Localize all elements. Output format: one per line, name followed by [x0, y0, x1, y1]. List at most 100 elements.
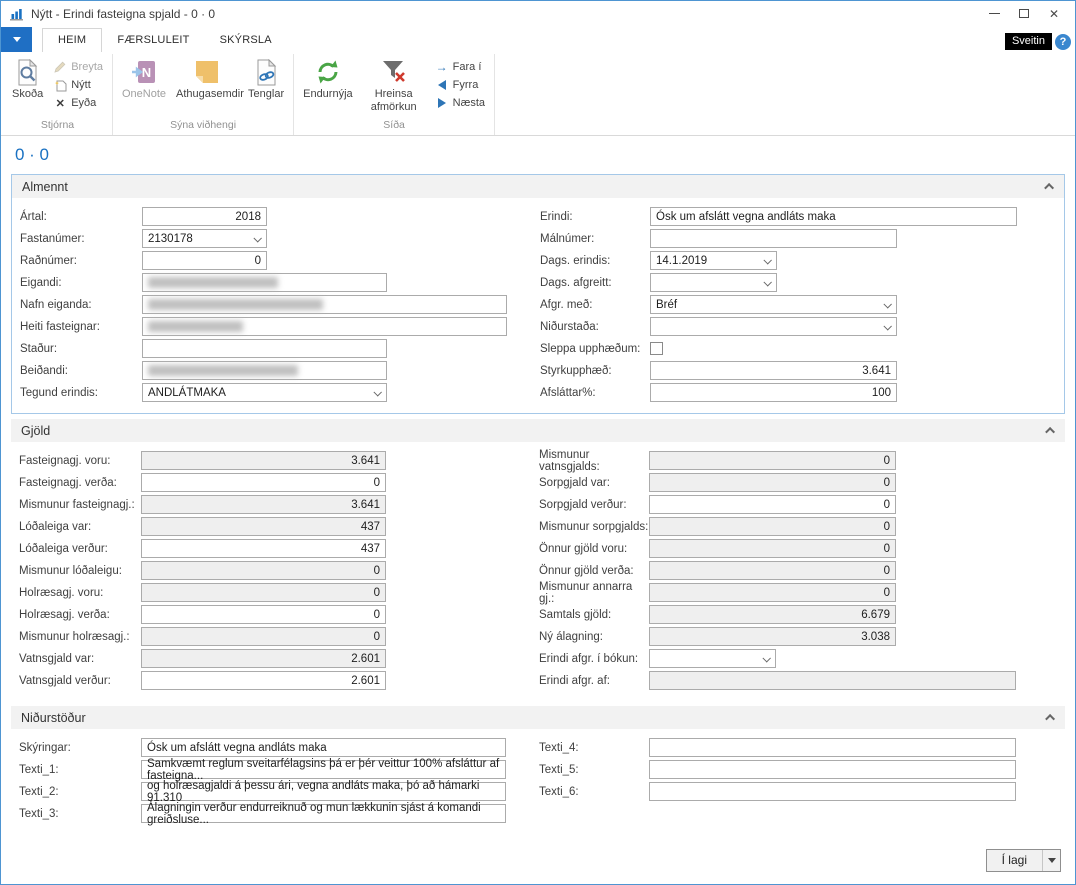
help-icon[interactable]: ?	[1055, 34, 1071, 50]
texti-4-input[interactable]	[649, 738, 1016, 757]
chevron-down-icon[interactable]	[883, 300, 891, 308]
tab-heim[interactable]: HEIM	[42, 28, 102, 52]
fara-i-button[interactable]: → Fara í	[430, 58, 490, 76]
heiti-fasteignar-input[interactable]	[142, 317, 507, 336]
chevron-down-icon[interactable]	[762, 654, 770, 662]
chevron-down-icon[interactable]	[883, 322, 891, 330]
erindi-afgr-af-field	[649, 671, 1016, 690]
chevron-down-icon	[1048, 858, 1056, 863]
sorpgjald-var-field: 0	[649, 473, 896, 492]
naesta-button[interactable]: Næsta	[430, 94, 490, 112]
lodaleiga-verdur-input[interactable]: 437	[141, 539, 386, 558]
field-artal: Ártal: 2018	[20, 207, 532, 226]
erindi-input[interactable]: Ósk um afslátt vegna andláts maka	[650, 207, 1017, 226]
stadur-input[interactable]	[142, 339, 387, 358]
texti-3-input[interactable]: Álagningin verður endurreiknuð og mun læ…	[141, 804, 506, 823]
maximize-button[interactable]	[1009, 3, 1039, 24]
ok-button[interactable]: Í lagi	[987, 850, 1042, 871]
app-window: Nýtt - Erindi fasteigna spjald - 0 · 0 ✕…	[0, 0, 1076, 885]
ok-dropdown-button[interactable]	[1042, 850, 1060, 871]
skyringar-input[interactable]: Ósk um afslátt vegna andláts maka	[141, 738, 506, 757]
field-label: Erindi afgr. af:	[539, 675, 649, 687]
field-label: Dags. erindis:	[540, 255, 650, 267]
eyda-label: Eyða	[71, 97, 96, 109]
nytt-button[interactable]: Nýtt	[48, 76, 108, 94]
maximize-icon	[1019, 9, 1029, 18]
sleppa-upphaedum-checkbox[interactable]	[650, 342, 663, 355]
beidandi-input[interactable]	[142, 361, 387, 380]
collapse-chevron-icon[interactable]	[1045, 714, 1055, 724]
chevron-down-icon[interactable]	[763, 278, 771, 286]
nafn-eiganda-input[interactable]	[142, 295, 507, 314]
sorpgjald-verdur-input[interactable]: 0	[649, 495, 896, 514]
texti-2-input[interactable]: og holræsagjaldi á þessu ári, vegna andl…	[141, 782, 506, 801]
afslattar-pct-input[interactable]: 100	[650, 383, 897, 402]
field-erindi-afgr-i-bokun: Erindi afgr. í bókun:	[539, 649, 1065, 668]
eyda-button[interactable]: ✕ Eyða	[48, 94, 108, 112]
skoda-button[interactable]: Skoða	[7, 54, 48, 101]
athugasemdir-label: Athugasemdir	[176, 88, 238, 101]
hreinsa-afmorkun-button[interactable]: Hreinsa afmörkun	[358, 54, 430, 113]
field-samtals-gjold: Samtals gjöld: 6.679	[539, 605, 1065, 624]
app-menu-button[interactable]	[1, 27, 32, 52]
mismunur-holraesagj-field: 0	[141, 627, 386, 646]
field-label: Holræsagj. verða:	[19, 609, 141, 621]
dags-afgreitt-select[interactable]	[650, 273, 777, 292]
fyrra-button[interactable]: Fyrra	[430, 76, 490, 94]
onenote-label: OneNote	[122, 88, 166, 101]
field-tegund-erindis: Tegund erindis: ANDLÁTMAKA	[20, 383, 532, 402]
vatnsgjald-verdur-input[interactable]: 2.601	[141, 671, 386, 690]
chevron-down-icon[interactable]	[253, 234, 261, 242]
styrkupphaed-input[interactable]: 3.641	[650, 361, 897, 380]
endurnyja-button[interactable]: Endurnýja	[298, 54, 358, 101]
fastanumer-select[interactable]: 2130178	[142, 229, 267, 248]
tab-faersluleit[interactable]: FÆRSLULEIT	[102, 29, 204, 52]
fasteignagj-verda-input[interactable]: 0	[141, 473, 386, 492]
onenote-button: N OneNote	[117, 54, 171, 101]
redacted-text	[148, 299, 323, 310]
go-to-arrow-icon: →	[435, 60, 449, 74]
field-label: Önnur gjöld verða:	[539, 565, 649, 577]
field-label: Texti_5:	[539, 764, 649, 776]
section-gjold-header[interactable]: Gjöld	[11, 419, 1065, 442]
texti-1-input[interactable]: Samkvæmt reglum sveitarfélagsins þá er þ…	[141, 760, 506, 779]
field-label: Mismunur annarra gj.:	[539, 581, 649, 605]
afgr-med-select[interactable]: Bréf	[650, 295, 897, 314]
texti-6-input[interactable]	[649, 782, 1016, 801]
collapse-chevron-icon[interactable]	[1045, 427, 1055, 437]
chevron-down-icon[interactable]	[373, 388, 381, 396]
minimize-button[interactable]	[979, 3, 1009, 24]
section-nidurstodur: Niðurstöður Skýringar: Ósk um afslátt ve…	[11, 706, 1065, 834]
dags-erindis-select[interactable]: 14.1.2019	[650, 251, 777, 270]
field-label: Beiðandi:	[20, 365, 142, 377]
section-nidurstodur-header[interactable]: Niðurstöður	[11, 706, 1065, 729]
holraesagj-verda-input[interactable]: 0	[141, 605, 386, 624]
tegund-erindis-select[interactable]: ANDLÁTMAKA	[142, 383, 387, 402]
texti-5-input[interactable]	[649, 760, 1016, 779]
malnumer-input[interactable]	[650, 229, 897, 248]
tab-skyrsla[interactable]: SKÝRSLA	[205, 29, 287, 52]
ribbon-group-syna-vidhengi: N OneNote Athugasemdir	[113, 54, 294, 135]
artal-input[interactable]: 2018	[142, 207, 267, 226]
erindi-afgr-i-bokun-select[interactable]	[649, 649, 776, 668]
close-button[interactable]: ✕	[1039, 3, 1069, 24]
nidurstada-select[interactable]	[650, 317, 897, 336]
field-label: Málnúmer:	[540, 233, 650, 245]
tenglar-button[interactable]: Tenglar	[243, 54, 289, 101]
section-title: Niðurstöður	[21, 711, 86, 725]
page-heading: 0 · 0	[1, 136, 1075, 174]
fyrra-label: Fyrra	[453, 79, 479, 91]
field-beidandi: Beiðandi:	[20, 361, 532, 380]
eigandi-input[interactable]	[142, 273, 387, 292]
field-dags-erindis: Dags. erindis: 14.1.2019	[540, 251, 1064, 270]
radnumer-input[interactable]: 0	[142, 251, 267, 270]
section-almennt-header[interactable]: Almennt	[12, 175, 1064, 198]
chevron-down-icon[interactable]	[763, 256, 771, 264]
field-vatnsgjald-var: Vatnsgjald var: 2.601	[19, 649, 531, 668]
athugasemdir-button[interactable]: Athugasemdir	[171, 54, 243, 101]
section-almennt: Almennt Ártal: 2018 Fastanúmer: 2130178 …	[11, 174, 1065, 414]
section-title: Almennt	[22, 180, 68, 194]
note-icon	[194, 58, 220, 86]
svg-text:N: N	[142, 65, 151, 80]
collapse-chevron-icon[interactable]	[1044, 183, 1054, 193]
